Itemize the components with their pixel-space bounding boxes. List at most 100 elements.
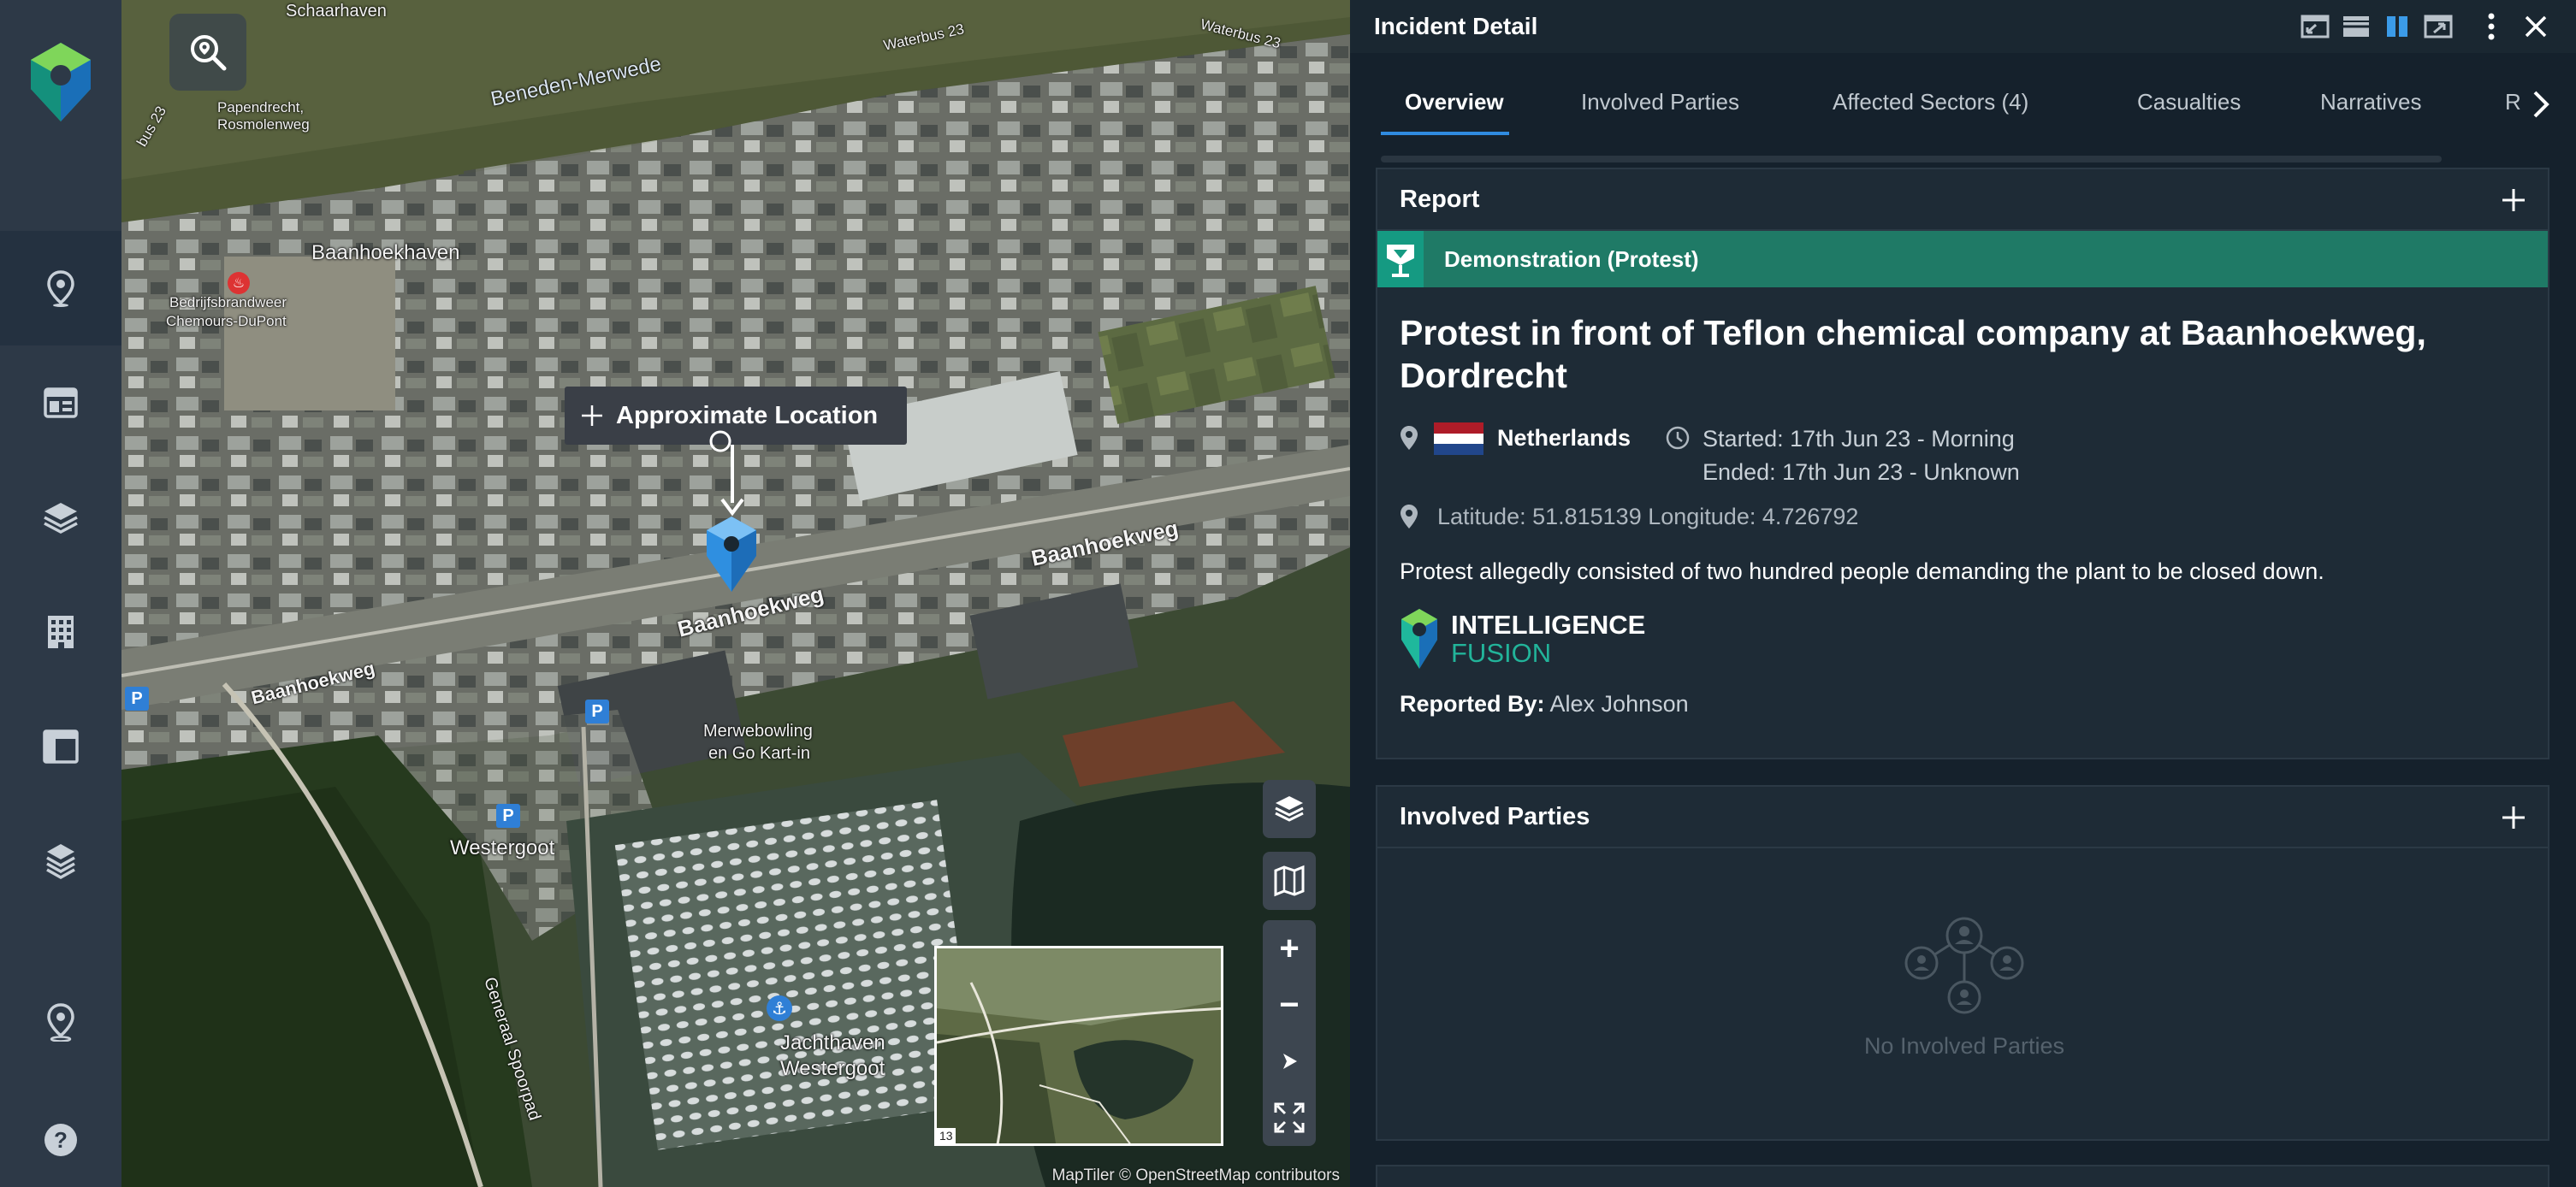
layers-icon bbox=[44, 503, 78, 534]
reported-by-value: Alex Johnson bbox=[1549, 691, 1689, 717]
expand-icon bbox=[1274, 1102, 1305, 1133]
overview-minimap[interactable]: 13 bbox=[934, 946, 1223, 1146]
nav-buildings[interactable] bbox=[0, 575, 121, 689]
incident-description: Protest allegedly consisted of two hundr… bbox=[1400, 558, 2324, 584]
incident-dates: Started: 17th Jun 23 - Morning Ended: 17… bbox=[1703, 422, 2020, 489]
parking-icon[interactable]: P bbox=[125, 687, 149, 711]
tab-casualties[interactable]: Casualties bbox=[2137, 89, 2241, 115]
map-pin-icon bbox=[47, 270, 74, 307]
dock-left-icon bbox=[2301, 15, 2330, 38]
add-involved-party-button[interactable] bbox=[2498, 802, 2529, 833]
minimap-imagery bbox=[937, 948, 1221, 1143]
tab-affected-sectors[interactable]: Affected Sectors (4) bbox=[1833, 89, 2028, 115]
tabs-scroll-right-button[interactable] bbox=[2524, 87, 2558, 121]
network-people-icon bbox=[1904, 917, 2024, 1014]
split-vertical-button[interactable] bbox=[2382, 11, 2413, 42]
involved-parties-card: Involved Parties No Involved Parties bbox=[1376, 785, 2549, 1141]
panel-header: Incident Detail bbox=[1350, 0, 2576, 53]
zoom-search-icon bbox=[191, 35, 227, 71]
incident-coordinates: Latitude: 51.815139 Longitude: 4.726792 bbox=[1437, 504, 1859, 529]
marina-anchor-icon[interactable]: ⚓ bbox=[767, 995, 792, 1021]
popout-icon bbox=[2424, 15, 2453, 38]
nav-layers[interactable] bbox=[0, 460, 121, 575]
popout-button[interactable] bbox=[2423, 11, 2454, 42]
parking-icon[interactable]: P bbox=[496, 804, 520, 828]
chevron-right-icon bbox=[2533, 91, 2549, 118]
more-options-button[interactable] bbox=[2476, 11, 2507, 42]
map-label: Rosmolenweg bbox=[217, 116, 310, 133]
plus-icon bbox=[2502, 806, 2525, 829]
fire-station-icon[interactable]: ♨ bbox=[228, 272, 250, 294]
map-label: Westergoot bbox=[780, 1057, 885, 1080]
compass-button[interactable] bbox=[1263, 1033, 1316, 1090]
split-vertical-icon bbox=[2387, 16, 2407, 37]
split-horizontal-icon bbox=[2343, 16, 2369, 37]
map-attribution[interactable]: MapTiler © OpenStreetMap contributors bbox=[1052, 1166, 1340, 1185]
tab-involved-parties[interactable]: Involved Parties bbox=[1581, 89, 1739, 115]
nav-stack[interactable] bbox=[0, 804, 121, 918]
nav-dashboard[interactable] bbox=[0, 345, 121, 460]
incident-location-marker-icon[interactable] bbox=[703, 515, 760, 597]
split-horizontal-button[interactable] bbox=[2341, 11, 2372, 42]
nav-location[interactable] bbox=[0, 965, 121, 1079]
zoom-in-button[interactable]: + bbox=[1263, 920, 1316, 977]
map-layers-control[interactable] bbox=[1263, 780, 1316, 838]
logo-text-fusion: FUSION bbox=[1451, 638, 1552, 668]
location-time-row: Netherlands Started: 17th Jun 23 - Morni… bbox=[1400, 422, 2548, 489]
tabs-scrollbar[interactable] bbox=[1381, 156, 2442, 162]
zoom-out-button[interactable]: − bbox=[1263, 977, 1316, 1033]
add-report-button[interactable] bbox=[2498, 185, 2529, 216]
fullscreen-button[interactable] bbox=[1263, 1090, 1316, 1146]
tab-narratives[interactable]: Narratives bbox=[2320, 89, 2421, 115]
tab-overview[interactable]: Overview bbox=[1405, 89, 1504, 115]
layout-icon bbox=[43, 729, 79, 764]
map-style-control[interactable] bbox=[1263, 852, 1316, 910]
callout-label: Approximate Location bbox=[616, 401, 879, 429]
active-tab-indicator bbox=[1381, 132, 1509, 135]
svg-text:?: ? bbox=[54, 1127, 68, 1153]
help-icon: ? bbox=[44, 1124, 77, 1156]
close-button[interactable] bbox=[2520, 11, 2551, 42]
map-zoom-controls: + − bbox=[1263, 920, 1316, 1146]
incident-category-bar: Demonstration (Protest) bbox=[1377, 231, 2548, 287]
nav-rail: ? bbox=[0, 0, 121, 1187]
involved-parties-heading: Involved Parties bbox=[1400, 802, 1590, 830]
map-label: Westergoot bbox=[450, 836, 555, 859]
dock-left-button[interactable] bbox=[2300, 11, 2330, 42]
map-search-button[interactable] bbox=[169, 14, 246, 91]
compass-icon bbox=[1283, 1054, 1297, 1069]
next-section-card bbox=[1376, 1165, 2549, 1187]
location-pin-icon bbox=[1400, 422, 1425, 453]
report-heading: Report bbox=[1400, 185, 1480, 213]
nav-help[interactable]: ? bbox=[0, 1083, 121, 1187]
building-icon bbox=[48, 616, 74, 648]
incident-detail-panel: Incident Detail Overview Involved Partie… bbox=[1350, 0, 2576, 1187]
map-label: Bedrijfsbrandweer bbox=[169, 294, 287, 310]
intelligence-fusion-logo: INTELLIGENCE FUSION bbox=[1400, 607, 2548, 670]
involved-parties-empty-state: No Involved Parties bbox=[1377, 915, 2551, 1060]
involved-parties-card-header: Involved Parties bbox=[1377, 787, 2548, 848]
detail-tabs: Overview Involved Parties Affected Secto… bbox=[1350, 70, 2576, 162]
incident-category-label: Demonstration (Protest) bbox=[1444, 245, 1699, 272]
crosshair-icon bbox=[582, 405, 602, 426]
layers-button[interactable] bbox=[1263, 780, 1316, 838]
app-logo-icon bbox=[31, 43, 91, 121]
map-label: Chemours-DuPont bbox=[166, 313, 287, 329]
app-logo[interactable] bbox=[24, 39, 98, 125]
basemap-button[interactable] bbox=[1263, 852, 1316, 910]
plus-icon bbox=[2502, 189, 2525, 211]
map-label: en Go Kart-in bbox=[708, 744, 810, 763]
logo-text-intelligence: INTELLIGENCE bbox=[1451, 610, 1646, 640]
tab-overflow[interactable]: R bbox=[2505, 89, 2521, 115]
map-label: Merwebowling bbox=[703, 722, 813, 741]
nav-layout[interactable] bbox=[0, 689, 121, 804]
map-view[interactable]: Schaarhaven Beneden-Merwede Waterbus 23 … bbox=[121, 0, 1350, 1187]
map-label: Papendrecht, bbox=[217, 99, 305, 115]
parking-icon[interactable]: P bbox=[585, 700, 609, 723]
reported-by: Reported By: Alex Johnson bbox=[1400, 691, 2548, 718]
reported-by-label: Reported By: bbox=[1400, 691, 1545, 717]
incident-ended: Ended: 17th Jun 23 - Unknown bbox=[1703, 459, 2020, 485]
map-label: Jachthaven bbox=[780, 1031, 885, 1054]
close-icon bbox=[2525, 15, 2547, 38]
nav-incidents[interactable] bbox=[0, 231, 121, 345]
